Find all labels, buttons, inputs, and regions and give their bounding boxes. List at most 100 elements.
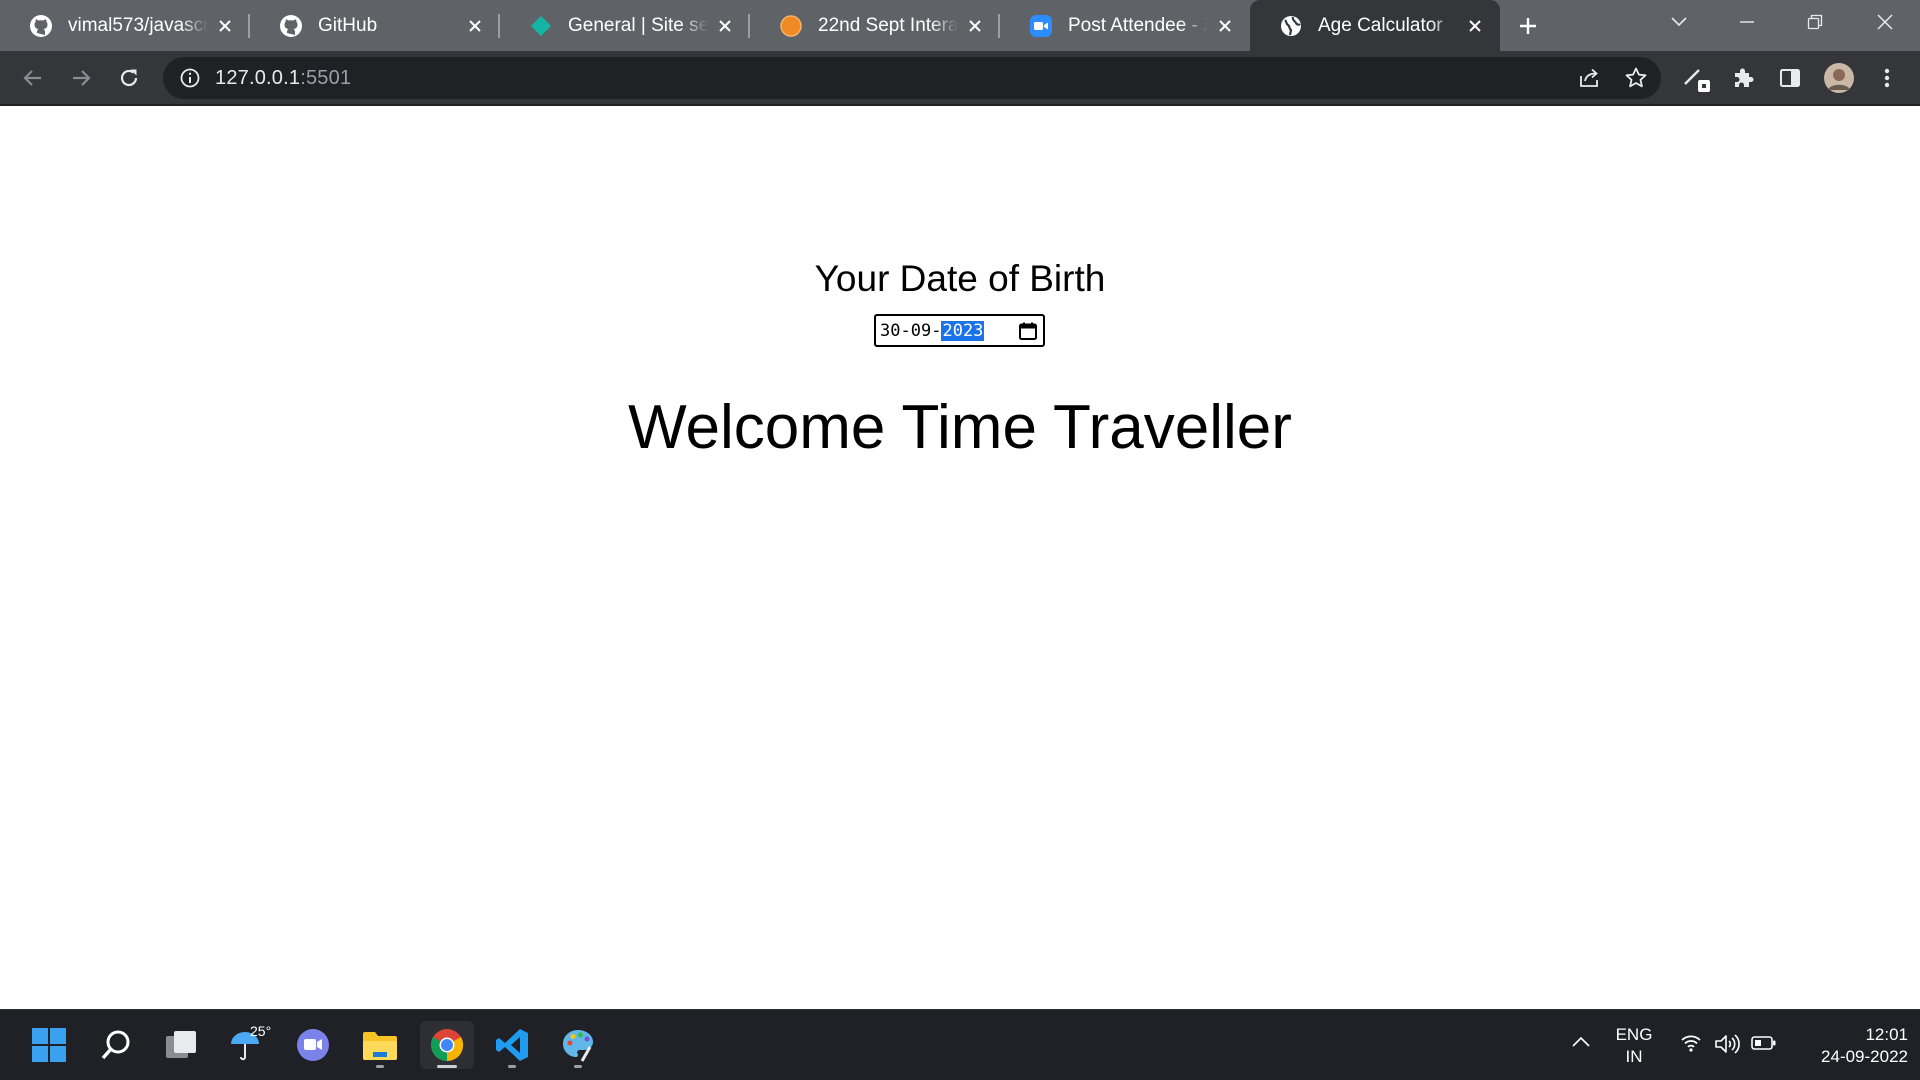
- plus-icon: [1520, 17, 1536, 34]
- url-host: 127.0.0.1: [215, 66, 301, 89]
- windows-logo-icon: [32, 1028, 66, 1062]
- search-button[interactable]: [90, 1021, 142, 1069]
- close-tab-icon[interactable]: [714, 15, 736, 37]
- chevron-down-icon: [1671, 17, 1687, 27]
- info-icon[interactable]: [179, 67, 201, 89]
- file-explorer-button[interactable]: [354, 1021, 406, 1069]
- vscode-icon: [496, 1029, 528, 1061]
- tab-site-settings[interactable]: General | Site settings: [500, 0, 750, 51]
- edit-extension-button[interactable]: [1678, 59, 1716, 97]
- back-button[interactable]: [14, 59, 52, 97]
- netlify-icon: [528, 13, 554, 39]
- github-icon: [278, 13, 304, 39]
- calendar-icon[interactable]: [1018, 321, 1038, 341]
- active-indicator: [437, 1065, 457, 1068]
- tab-22nd-sept[interactable]: 22nd Sept Interaction: [750, 0, 1000, 51]
- side-panel-icon: [1780, 69, 1800, 87]
- address-bar[interactable]: 127.0.0.1:5501: [163, 57, 1661, 99]
- chevron-up-icon: [1572, 1036, 1590, 1047]
- running-indicator: [574, 1065, 582, 1068]
- clock-date: 24-09-2022: [1821, 1047, 1908, 1066]
- reload-icon: [120, 69, 138, 87]
- menu-button[interactable]: [1868, 59, 1906, 97]
- clock[interactable]: 12:01 24-09-2022: [1790, 1024, 1908, 1068]
- browser-toolbar: 127.0.0.1:5501: [0, 51, 1920, 106]
- start-button[interactable]: [23, 1021, 75, 1069]
- wifi-icon[interactable]: [1680, 1034, 1702, 1058]
- url-port: :5501: [300, 66, 352, 89]
- close-tab-icon[interactable]: [1214, 15, 1236, 37]
- tab-search-button[interactable]: [1645, 0, 1713, 44]
- extensions-button[interactable]: [1724, 59, 1762, 97]
- close-tab-icon[interactable]: [964, 15, 986, 37]
- tab-title: Age Calculator: [1318, 14, 1443, 36]
- page-content: Your Date of Birth 30-09-2023 Welcome Ti…: [0, 106, 1920, 1009]
- date-separator: -: [900, 320, 911, 341]
- task-view-icon: [166, 1031, 196, 1058]
- chrome-taskbar-button[interactable]: [420, 1021, 474, 1069]
- chat-icon: [297, 1029, 329, 1061]
- new-tab-button[interactable]: [1500, 0, 1556, 51]
- close-tab-icon[interactable]: [464, 15, 486, 37]
- tab-vimal573-javascript[interactable]: vimal573/javascript: [0, 0, 250, 51]
- running-indicator: [376, 1065, 384, 1068]
- tab-title: 22nd Sept Interaction: [818, 14, 958, 36]
- share-icon[interactable]: [1577, 67, 1601, 89]
- puzzle-icon: [1735, 68, 1754, 87]
- tab-age-calculator[interactable]: Age Calculator: [1250, 0, 1500, 51]
- language-indicator[interactable]: ENG IN: [1611, 1024, 1657, 1068]
- folder-icon: [363, 1032, 397, 1060]
- chat-button[interactable]: [287, 1021, 339, 1069]
- dob-label: Your Date of Birth: [814, 258, 1106, 299]
- close-tab-icon[interactable]: [214, 15, 236, 37]
- tab-title: General | Site settings: [568, 14, 708, 36]
- restore-button[interactable]: [1781, 0, 1849, 44]
- welcome-message: Welcome Time Traveller: [628, 393, 1292, 462]
- taskbar: 25° ENG IN 12:01 24-09-2022: [0, 1009, 1920, 1080]
- date-year-segment[interactable]: 2023: [941, 320, 985, 341]
- tab-strip: vimal573/javascript GitHub General | Sit…: [0, 0, 1920, 51]
- palette-icon: [563, 1030, 593, 1062]
- search-icon: [101, 1030, 130, 1060]
- region-code: IN: [1625, 1047, 1643, 1066]
- github-icon: [28, 13, 54, 39]
- volume-icon[interactable]: [1714, 1033, 1740, 1061]
- restore-icon: [1807, 14, 1823, 30]
- avatar: [1824, 63, 1854, 93]
- close-tab-icon[interactable]: [1464, 15, 1486, 37]
- date-of-birth-input[interactable]: 30-09-2023: [874, 314, 1045, 347]
- chrome-icon: [430, 1029, 464, 1062]
- show-hidden-icons-button[interactable]: [1571, 1032, 1591, 1054]
- weather-temp: 25°: [250, 1023, 272, 1039]
- date-month-segment[interactable]: 09: [911, 321, 931, 341]
- close-icon: [1877, 14, 1893, 30]
- minimize-button[interactable]: [1713, 0, 1781, 44]
- pen-icon: [1684, 69, 1710, 92]
- battery-icon[interactable]: [1751, 1035, 1777, 1057]
- globe-icon: [1278, 13, 1304, 39]
- tab-post-attendee-zoom[interactable]: Post Attendee - Zoom: [1000, 0, 1250, 51]
- running-indicator: [508, 1065, 516, 1068]
- language-code: ENG: [1615, 1025, 1653, 1044]
- profile-button[interactable]: [1820, 59, 1858, 97]
- tab-title: GitHub: [318, 14, 378, 36]
- paint-button[interactable]: [552, 1021, 604, 1069]
- bookmark-star-icon[interactable]: [1624, 66, 1648, 90]
- date-day-segment[interactable]: 30: [880, 321, 900, 341]
- weather-widget[interactable]: 25°: [220, 1021, 272, 1069]
- forward-button[interactable]: [62, 59, 100, 97]
- minimize-icon: [1740, 21, 1754, 23]
- orange-circle-icon: [778, 13, 804, 39]
- reload-button[interactable]: [110, 59, 148, 97]
- zoom-icon: [1028, 13, 1054, 39]
- tab-github[interactable]: GitHub: [250, 0, 500, 51]
- tab-title: Post Attendee - Zoom: [1068, 14, 1208, 36]
- date-separator: -: [931, 320, 942, 341]
- clock-time: 12:01: [1865, 1025, 1908, 1044]
- arrow-left-icon: [23, 70, 41, 86]
- vscode-button[interactable]: [486, 1021, 538, 1069]
- close-window-button[interactable]: [1851, 0, 1919, 44]
- arrow-right-icon: [73, 70, 91, 86]
- task-view-button[interactable]: [155, 1021, 207, 1069]
- side-panel-button[interactable]: [1771, 59, 1809, 97]
